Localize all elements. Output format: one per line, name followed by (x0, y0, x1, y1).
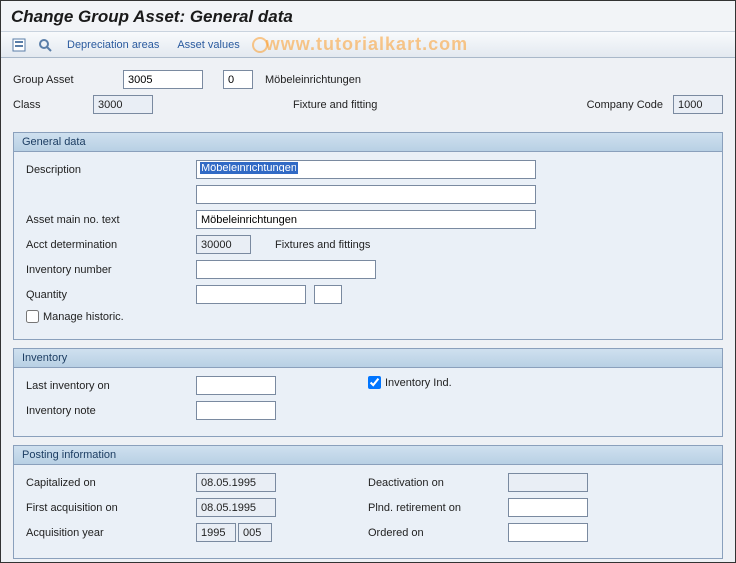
acquisition-year-field (196, 523, 236, 542)
acct-determination-label: Acct determination (26, 239, 196, 251)
description2-field[interactable] (196, 185, 536, 204)
deactivation-on-field (508, 473, 588, 492)
acct-determination-text: Fixtures and fittings (275, 239, 370, 251)
inventory-ind-checkbox[interactable] (368, 376, 381, 389)
group-asset-sub-field[interactable] (223, 70, 253, 89)
last-inventory-field[interactable] (196, 376, 276, 395)
class-label: Class (13, 99, 93, 111)
deactivation-on-label: Deactivation on (368, 477, 508, 489)
description-field[interactable] (196, 160, 536, 179)
inventory-fieldset: Inventory Last inventory on Inventory no… (13, 348, 723, 437)
manage-historic-checkbox[interactable] (26, 310, 39, 323)
asset-main-text-label: Asset main no. text (26, 214, 196, 226)
uom-field[interactable] (314, 285, 342, 304)
watermark-logo-icon (252, 37, 268, 53)
first-acquisition-field (196, 498, 276, 517)
content: Group Asset Möbeleinrichtungen Class Fix… (1, 58, 735, 563)
ordered-on-label: Ordered on (368, 527, 508, 539)
company-code-label: Company Code (587, 99, 663, 111)
plnd-retirement-label: Plnd. retirement on (368, 502, 508, 514)
manage-historic-label: Manage historic. (43, 311, 124, 323)
inventory-note-label: Inventory note (26, 405, 196, 417)
inventory-number-label: Inventory number (26, 264, 196, 276)
header-area: Group Asset Möbeleinrichtungen Class Fix… (13, 66, 723, 124)
other-asset-icon[interactable] (9, 35, 29, 55)
class-field (93, 95, 153, 114)
posting-fieldset: Posting information Capitalized on First… (13, 445, 723, 559)
quantity-label: Quantity (26, 289, 196, 301)
acct-determination-field (196, 235, 251, 254)
group-asset-text: Möbeleinrichtungen (265, 74, 361, 86)
posting-legend: Posting information (14, 446, 722, 465)
inventory-number-field[interactable] (196, 260, 376, 279)
asset-main-text-field[interactable] (196, 210, 536, 229)
general-data-fieldset: General data Description Möbeleinrichtun… (13, 132, 723, 340)
acquisition-year-label: Acquisition year (26, 527, 196, 539)
asset-values-link[interactable]: Asset values (171, 37, 245, 53)
inventory-ind-label: Inventory Ind. (385, 377, 452, 389)
capitalized-on-label: Capitalized on (26, 477, 196, 489)
inventory-legend: Inventory (14, 349, 722, 368)
acquisition-period-field (238, 523, 272, 542)
description-label: Description (26, 164, 196, 176)
company-code-field (673, 95, 723, 114)
display-icon[interactable] (35, 35, 55, 55)
capitalized-on-field (196, 473, 276, 492)
group-asset-label: Group Asset (13, 74, 123, 86)
ordered-on-field[interactable] (508, 523, 588, 542)
last-inventory-label: Last inventory on (26, 380, 196, 392)
watermark: www.tutorialkart.com (252, 34, 468, 55)
group-asset-field[interactable] (123, 70, 203, 89)
general-data-legend: General data (14, 133, 722, 152)
quantity-field[interactable] (196, 285, 306, 304)
class-text: Fixture and fitting (293, 99, 377, 111)
depreciation-areas-link[interactable]: Depreciation areas (61, 37, 165, 53)
plnd-retirement-field[interactable] (508, 498, 588, 517)
title-bar: Change Group Asset: General data (1, 1, 735, 32)
first-acquisition-label: First acquisition on (26, 502, 196, 514)
toolbar: Depreciation areas Asset values www.tuto… (1, 32, 735, 58)
page-title: Change Group Asset: General data (11, 7, 725, 27)
inventory-note-field[interactable] (196, 401, 276, 420)
